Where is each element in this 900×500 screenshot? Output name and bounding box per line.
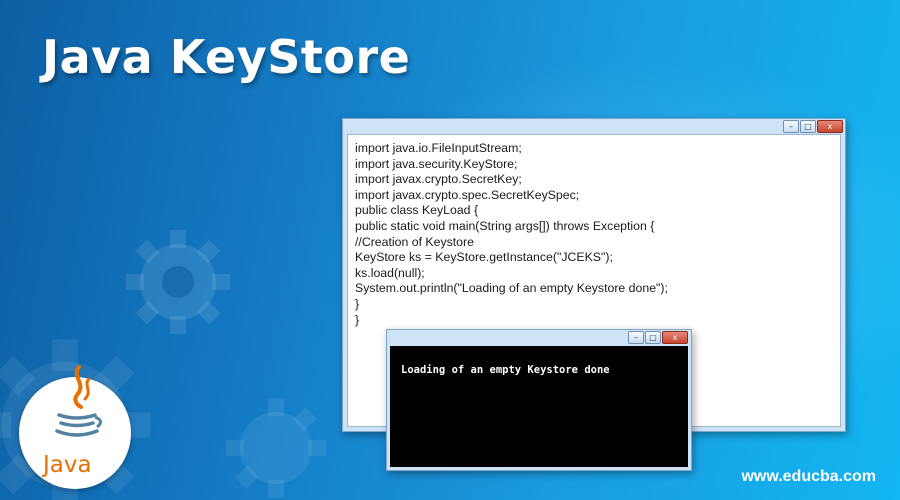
code-line: import java.io.FileInputStream;: [355, 141, 522, 155]
code-line: System.out.println("Loading of an empty …: [355, 281, 668, 296]
minimize-button[interactable]: –: [628, 331, 644, 344]
code-line: import javax.crypto.SecretKey;: [355, 172, 522, 187]
close-button[interactable]: x: [662, 331, 688, 344]
code-line: import javax.crypto.spec.SecretKeySpec;: [355, 187, 580, 202]
page-title: Java KeyStore: [42, 30, 411, 84]
window-titlebar: – □ x: [343, 119, 845, 133]
maximize-button[interactable]: □: [800, 120, 816, 133]
code-line: public static void main(String args[]) t…: [355, 218, 655, 233]
java-logo-text: Java: [43, 452, 92, 478]
gear-icon: [126, 230, 230, 334]
console-window: – □ x Loading of an empty Keystore done: [386, 329, 692, 471]
window-titlebar: – □ x: [387, 330, 691, 344]
java-logo: Java: [19, 347, 134, 489]
code-line: ks.load(null);: [355, 265, 425, 280]
coffee-cup-icon: [55, 365, 102, 437]
console-pane[interactable]: Loading of an empty Keystore done: [390, 346, 688, 467]
code-line: //Creation of Keystore: [355, 234, 474, 249]
code-line: KeyStore ks = KeyStore.getInstance("JCEK…: [355, 250, 613, 265]
console-output: Loading of an empty Keystore done: [401, 364, 610, 376]
java-logo-circle: Java: [19, 365, 131, 489]
code-block: import java.io.FileInputStream; import j…: [355, 141, 668, 328]
gear-icon: [226, 398, 326, 498]
code-line: public class KeyLoad {: [355, 203, 479, 218]
code-line: }: [355, 312, 360, 327]
code-line: import java.security.KeyStore;: [355, 156, 518, 171]
maximize-button[interactable]: □: [645, 331, 661, 344]
minimize-button[interactable]: –: [783, 120, 799, 133]
close-button[interactable]: x: [817, 120, 843, 133]
site-url[interactable]: www.educba.com: [741, 468, 876, 486]
code-line: }: [355, 296, 360, 311]
